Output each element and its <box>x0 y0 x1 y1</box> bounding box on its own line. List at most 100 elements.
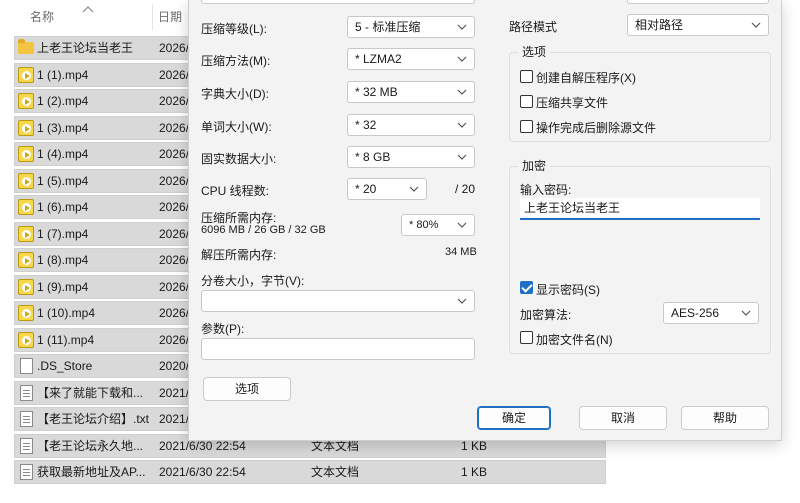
file-name: 1 (4).mp4 <box>37 147 89 161</box>
file-date: 2026/ <box>159 306 190 320</box>
video-file-icon <box>18 67 34 83</box>
video-file-icon <box>18 120 34 136</box>
dictionary-size-select[interactable]: * 32 MB <box>347 81 475 103</box>
cancel-button[interactable]: 取消 <box>579 406 667 430</box>
file-date: 2021/ <box>159 386 190 400</box>
memory-usage-value: * 80% <box>409 219 439 231</box>
help-button[interactable]: 帮助 <box>681 406 769 430</box>
word-size-select[interactable]: * 32 <box>347 114 475 136</box>
video-file-icon <box>18 252 34 268</box>
encryption-method-label: 加密算法: <box>520 308 572 322</box>
file-name: 1 (11).mp4 <box>37 333 95 347</box>
compression-level-value: 5 - 标准压缩 <box>355 20 421 34</box>
password-input[interactable]: 上老王论坛当老王 <box>520 198 760 220</box>
compression-method-label: 压缩方法(M): <box>201 54 271 68</box>
cpu-threads-select[interactable]: * 20 <box>347 178 427 200</box>
chevron-down-icon <box>457 87 467 97</box>
blank-file-icon <box>20 358 33 374</box>
options-group-title: 选项 <box>518 45 551 59</box>
column-header-name[interactable]: 名称 <box>30 0 54 34</box>
file-type: 文本文档 <box>311 465 360 479</box>
video-file-icon <box>18 173 34 189</box>
chevron-down-icon <box>409 184 419 194</box>
file-name: 1 (8).mp4 <box>37 253 89 267</box>
file-date: 2026/ <box>159 253 190 267</box>
file-name: 【老王论坛永久地... <box>37 439 144 453</box>
file-name: 1 (5).mp4 <box>37 174 89 188</box>
video-file-icon <box>18 305 34 321</box>
file-name: 1 (1).mp4 <box>37 68 89 82</box>
solid-block-size-select[interactable]: * 8 GB <box>347 146 475 168</box>
delete-after-checkbox-label: 操作完成后删除源文件 <box>536 121 657 135</box>
file-row[interactable]: 获取最新地址及AP... 2021/6/30 22:54 文本文档 1 KB <box>14 460 606 484</box>
sort-ascending-icon <box>82 2 94 13</box>
encryption-method-value: AES-256 <box>671 306 720 320</box>
solid-block-size-label: 固实数据大小: <box>201 152 277 166</box>
show-password-checkbox[interactable] <box>520 281 533 294</box>
file-name: 1 (2).mp4 <box>37 94 89 108</box>
file-name: 【来了就能下载和... <box>37 386 144 400</box>
compression-method-select[interactable]: * LZMA2 <box>347 48 475 70</box>
file-date: 2026/ <box>159 227 190 241</box>
chevron-down-icon <box>741 308 751 318</box>
text-file-icon <box>20 464 33 480</box>
memory-decompress-value: 34 MB <box>445 246 477 258</box>
sfx-checkbox[interactable] <box>520 70 533 83</box>
solid-block-size-value: * 8 GB <box>355 150 391 164</box>
update-mode-select[interactable] <box>627 0 769 4</box>
split-volumes-label: 分卷大小，字节(V): <box>201 274 305 288</box>
delete-after-checkbox[interactable] <box>520 120 533 133</box>
compression-level-label: 压缩等级(L): <box>201 22 268 36</box>
parameters-label: 参数(P): <box>201 322 245 336</box>
video-file-icon <box>18 146 34 162</box>
password-label: 输入密码: <box>520 183 572 197</box>
file-date: 2026/ <box>159 68 190 82</box>
word-size-value: * 32 <box>355 118 377 132</box>
cpu-threads-max: / 20 <box>455 182 476 196</box>
file-name: 1 (3).mp4 <box>37 121 89 135</box>
word-size-label: 单词大小(W): <box>201 120 272 134</box>
file-name: 上老王论坛当老王 <box>37 41 134 55</box>
encrypt-filenames-checkbox[interactable] <box>520 331 533 344</box>
video-file-icon <box>18 226 34 242</box>
chevron-down-icon <box>457 120 467 130</box>
file-name: 1 (7).mp4 <box>37 227 89 241</box>
text-file-icon <box>20 411 33 427</box>
compression-level-select[interactable]: 5 - 标准压缩 <box>347 16 475 38</box>
column-divider[interactable] <box>152 4 153 30</box>
shared-files-checkbox[interactable] <box>520 95 533 108</box>
ok-button[interactable]: 确定 <box>477 406 551 430</box>
encryption-method-select[interactable]: AES-256 <box>663 302 759 324</box>
compression-method-value: * LZMA2 <box>355 52 402 66</box>
video-file-icon <box>18 332 34 348</box>
add-to-archive-dialog: 压缩等级(L): 5 - 标准压缩 压缩方法(M): * LZMA2 字典大小(… <box>188 0 782 441</box>
options-button[interactable]: 选项 <box>203 377 291 401</box>
dictionary-size-label: 字典大小(D): <box>201 87 269 101</box>
chevron-down-icon <box>751 20 761 30</box>
file-date: 2021/ <box>159 412 190 426</box>
file-date: 2026/ <box>159 280 190 294</box>
text-file-icon <box>20 385 33 401</box>
cpu-threads-label: CPU 线程数: <box>201 184 270 198</box>
archive-format-select[interactable] <box>201 0 475 4</box>
parameters-input[interactable] <box>201 338 475 360</box>
split-volumes-select[interactable] <box>201 290 475 312</box>
chevron-down-icon <box>457 220 467 230</box>
chevron-down-icon <box>457 152 467 162</box>
memory-usage-select[interactable]: * 80% <box>401 214 475 236</box>
encrypt-filenames-label: 加密文件名(N) <box>536 333 613 347</box>
shared-files-checkbox-label: 压缩共享文件 <box>536 96 609 110</box>
path-mode-label: 路径模式 <box>509 20 558 34</box>
chevron-down-icon <box>457 22 467 32</box>
file-name: 1 (6).mp4 <box>37 200 89 214</box>
file-name: .DS_Store <box>37 359 93 373</box>
password-value: 上老王论坛当老王 <box>524 201 621 215</box>
file-size: 1 KB <box>461 465 488 479</box>
path-mode-select[interactable]: 相对路径 <box>627 14 769 36</box>
file-date: 2021/6/30 22:54 <box>159 465 246 479</box>
memory-decompress-label: 解压所需内存: <box>201 248 277 262</box>
column-header-date[interactable]: 日期 <box>158 0 182 34</box>
file-date: 2020/ <box>159 359 190 373</box>
file-name: 1 (10).mp4 <box>37 306 96 320</box>
chevron-down-icon <box>457 296 467 306</box>
